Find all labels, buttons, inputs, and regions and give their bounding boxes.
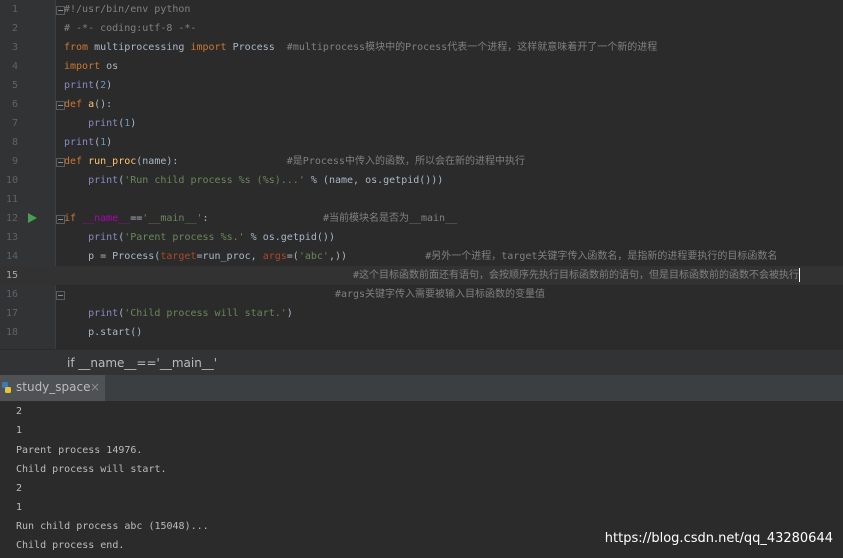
watermark: https://blog.csdn.net/qq_43280644 bbox=[604, 531, 833, 546]
run-icon[interactable] bbox=[28, 213, 37, 223]
line-number: 6 bbox=[11, 99, 18, 110]
console-line: 1 bbox=[16, 502, 23, 513]
text-caret bbox=[799, 268, 801, 282]
line-number: 11 bbox=[5, 194, 18, 205]
code-line[interactable]: 16 #args关键字传入需要被输入目标函数的变量值 bbox=[0, 285, 843, 304]
breadcrumb-bar: if __name__=='__main__' bbox=[0, 349, 843, 376]
code-line[interactable]: 2 # -*- coding:utf-8 -*- bbox=[0, 19, 843, 38]
code-text: #!/usr/bin/env python bbox=[64, 4, 191, 15]
line-number: 14 bbox=[5, 251, 18, 262]
code-text: import os bbox=[64, 61, 119, 72]
code-line[interactable]: 18 p.start() bbox=[0, 323, 843, 342]
code-text: #args关键字传入需要被输入目标函数的变量值 bbox=[64, 289, 546, 300]
run-console-output[interactable]: 2 1 Parent process 14976. Child process … bbox=[0, 401, 843, 558]
code-text: def run_proc(name): #是Process中传入的函数，所以会在… bbox=[64, 156, 525, 167]
code-line[interactable]: 1 #!/usr/bin/env python bbox=[0, 0, 843, 19]
line-number: 2 bbox=[11, 23, 18, 34]
console-line: 1 bbox=[16, 425, 23, 436]
code-line[interactable]: 13 print('Parent process %s.' % os.getpi… bbox=[0, 228, 843, 247]
code-line-current[interactable]: 15 #这个目标函数前面还有语句，会按顺序先执行目标函数前的语句，但是目标函数前… bbox=[0, 266, 843, 285]
code-line[interactable]: 14 p = Process(target=run_proc, args=('a… bbox=[0, 247, 843, 266]
code-line[interactable]: 11 bbox=[0, 190, 843, 209]
code-line[interactable]: 8 print(1) bbox=[0, 133, 843, 152]
line-number: 13 bbox=[5, 232, 18, 243]
console-line: 2 bbox=[16, 483, 23, 494]
code-text: # -*- coding:utf-8 -*- bbox=[64, 23, 197, 34]
code-line[interactable]: 5 print(2) bbox=[0, 76, 843, 95]
breadcrumb[interactable]: if __name__=='__main__' bbox=[67, 356, 217, 370]
code-editor[interactable]: 1 #!/usr/bin/env python 2 # -*- coding:u… bbox=[0, 0, 843, 349]
console-line: Run child process abc (15048)... bbox=[16, 521, 209, 532]
line-number: 9 bbox=[11, 156, 18, 167]
run-tool-window-tabs: study_space × bbox=[0, 375, 843, 402]
line-number: 16 bbox=[5, 289, 18, 300]
code-text: print(1) bbox=[88, 118, 137, 129]
line-number: 17 bbox=[5, 308, 18, 319]
close-icon[interactable]: × bbox=[90, 380, 100, 394]
line-number: 1 bbox=[11, 4, 18, 15]
code-line[interactable]: 3 from multiprocessing import Process #m… bbox=[0, 38, 843, 57]
code-line[interactable]: 7 print(1) bbox=[0, 114, 843, 133]
code-text: #这个目标函数前面还有语句，会按顺序先执行目标函数前的语句，但是目标函数前的函数… bbox=[64, 268, 801, 282]
line-number: 7 bbox=[11, 118, 18, 129]
console-line: Child process will start. bbox=[16, 464, 167, 475]
console-line: 2 bbox=[16, 406, 23, 417]
line-number: 12 bbox=[5, 213, 18, 224]
console-line: Parent process 14976. bbox=[16, 445, 143, 456]
code-text: print('Run child process %s (%s)...' % (… bbox=[88, 175, 444, 186]
line-number: 3 bbox=[11, 42, 18, 53]
code-text: print(1) bbox=[64, 137, 113, 148]
line-number: 4 bbox=[11, 61, 18, 72]
code-line[interactable]: 9 def run_proc(name): #是Process中传入的函数，所以… bbox=[0, 152, 843, 171]
code-text: print(2) bbox=[64, 80, 113, 91]
code-text: print('Parent process %s.' % os.getpid()… bbox=[88, 232, 335, 243]
code-text: p.start() bbox=[64, 327, 143, 338]
code-line[interactable]: 6 def a(): bbox=[0, 95, 843, 114]
python-icon bbox=[2, 382, 11, 393]
run-tab-label: study_space bbox=[16, 380, 91, 394]
code-line[interactable]: 17 print('Child process will start.') bbox=[0, 304, 843, 323]
code-text: if __name__=='__main__': #当前模块名是否为__main… bbox=[64, 213, 458, 224]
console-line: Child process end. bbox=[16, 540, 125, 551]
code-text: p = Process(target=run_proc, args=('abc'… bbox=[64, 251, 778, 262]
line-number: 15 bbox=[5, 270, 18, 281]
code-line[interactable]: 10 print('Run child process %s (%s)...' … bbox=[0, 171, 843, 190]
line-number: 5 bbox=[11, 80, 18, 91]
line-number: 8 bbox=[11, 137, 18, 148]
code-text: print('Child process will start.') bbox=[88, 308, 293, 319]
code-line[interactable]: 12 if __name__=='__main__': #当前模块名是否为__m… bbox=[0, 209, 843, 228]
code-line[interactable]: 4 import os bbox=[0, 57, 843, 76]
code-text: from multiprocessing import Process #mul… bbox=[64, 42, 658, 53]
line-number: 18 bbox=[5, 327, 18, 338]
run-tab-study-space[interactable]: study_space × bbox=[0, 375, 105, 401]
line-number: 10 bbox=[5, 175, 18, 186]
code-text: def a(): bbox=[64, 99, 113, 110]
